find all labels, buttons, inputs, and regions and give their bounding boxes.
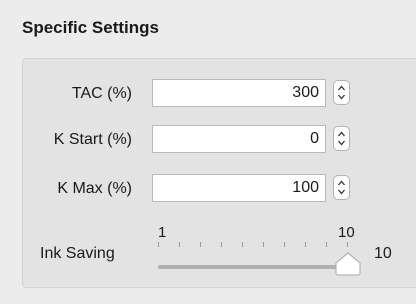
k-max-label: K Max (%): [57, 180, 132, 197]
slider-min-label: 1: [158, 224, 167, 241]
ink-saving-label: Ink Saving: [40, 245, 115, 262]
tac-stepper[interactable]: [333, 80, 350, 105]
slider-fill: [158, 265, 348, 269]
slider-thumb-icon[interactable]: [334, 252, 362, 276]
up-down-chevron-icon: [338, 131, 345, 146]
slider-tick: [347, 242, 348, 247]
k-start-field[interactable]: 0: [152, 125, 326, 153]
slider-tick: [242, 242, 243, 247]
ink-saving-value: 10: [374, 245, 392, 262]
up-down-chevron-icon: [338, 85, 345, 100]
ink-saving-slider-track[interactable]: [158, 265, 348, 269]
slider-tick: [263, 242, 264, 247]
k-start-stepper[interactable]: [333, 126, 350, 151]
k-max-field[interactable]: 100: [152, 174, 326, 202]
slider-tick: [200, 242, 201, 247]
slider-tick: [221, 242, 222, 247]
slider-tick: [158, 242, 159, 247]
slider-tick: [305, 242, 306, 247]
slider-tick-marks: [158, 242, 348, 250]
up-down-chevron-icon: [338, 180, 345, 195]
tac-label: TAC (%): [71, 85, 132, 102]
tac-field[interactable]: 300: [152, 79, 326, 107]
k-start-label: K Start (%): [53, 131, 132, 148]
slider-tick: [284, 242, 285, 247]
slider-tick: [179, 242, 180, 247]
slider-max-label: 10: [338, 224, 355, 241]
section-title: Specific Settings: [22, 18, 159, 37]
k-max-stepper[interactable]: [333, 175, 350, 200]
slider-tick: [326, 242, 327, 247]
